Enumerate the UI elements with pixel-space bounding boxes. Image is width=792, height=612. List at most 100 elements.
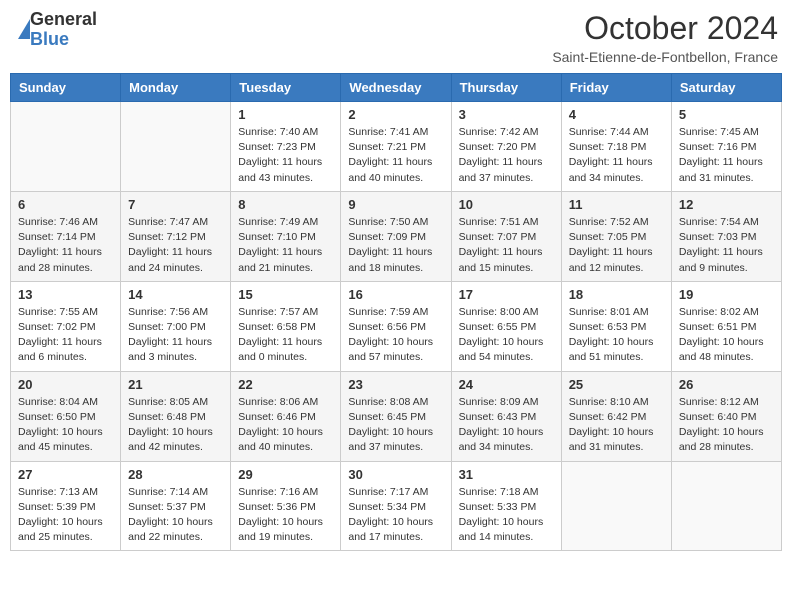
calendar-day-cell (561, 461, 671, 551)
logo-triangle-icon (18, 19, 30, 39)
day-info: Sunrise: 7:13 AMSunset: 5:39 PMDaylight:… (18, 485, 113, 546)
day-info: Sunrise: 7:47 AMSunset: 7:12 PMDaylight:… (128, 215, 223, 276)
calendar-day-cell: 28 Sunrise: 7:14 AMSunset: 5:37 PMDayligh… (121, 461, 231, 551)
day-info: Sunrise: 8:12 AMSunset: 6:40 PMDaylight:… (679, 395, 774, 456)
calendar-day-cell: 14Sunrise: 7:56 AMSunset: 7:00 PMDayligh… (121, 281, 231, 371)
day-number: 11 (569, 197, 664, 212)
day-number: 23 (348, 377, 443, 392)
calendar-day-cell: 11 Sunrise: 7:52 AMSunset: 7:05 PMDayligh… (561, 191, 671, 281)
calendar-day-cell (121, 102, 231, 192)
calendar-day-cell: 23 Sunrise: 8:08 AMSunset: 6:45 PMDayligh… (341, 371, 451, 461)
calendar-header-row: SundayMondayTuesdayWednesdayThursdayFrid… (11, 74, 782, 102)
day-info: Sunrise: 7:42 AMSunset: 7:20 PMDaylight:… (459, 125, 554, 186)
day-info: Sunrise: 8:06 AMSunset: 6:46 PMDaylight:… (238, 395, 333, 456)
day-number: 5 (679, 107, 774, 122)
day-number: 2 (348, 107, 443, 122)
day-number: 6 (18, 197, 113, 212)
calendar-day-cell: 10Sunrise: 7:51 AMSunset: 7:07 PMDayligh… (451, 191, 561, 281)
day-info: Sunrise: 7:40 AMSunset: 7:23 PMDaylight:… (238, 125, 333, 186)
day-number: 4 (569, 107, 664, 122)
logo-general: General (30, 10, 97, 30)
day-number: 17 (459, 287, 554, 302)
calendar-day-cell: 18 Sunrise: 8:01 AMSunset: 6:53 PMDayligh… (561, 281, 671, 371)
day-number: 7 (128, 197, 223, 212)
day-info: Sunrise: 7:41 AMSunset: 7:21 PMDaylight:… (348, 125, 443, 186)
day-info: Sunrise: 7:59 AMSunset: 6:56 PMDaylight:… (348, 305, 443, 366)
calendar-day-cell: 5Sunrise: 7:45 AMSunset: 7:16 PMDaylight… (671, 102, 781, 192)
calendar-day-cell: 31Sunrise: 7:18 AMSunset: 5:33 PMDayligh… (451, 461, 561, 551)
calendar-week-row: 1 Sunrise: 7:40 AMSunset: 7:23 PMDaylight… (11, 102, 782, 192)
calendar-day-cell: 1 Sunrise: 7:40 AMSunset: 7:23 PMDaylight… (231, 102, 341, 192)
calendar-day-cell: 20 Sunrise: 8:04 AMSunset: 6:50 PMDayligh… (11, 371, 121, 461)
calendar-day-header: Monday (121, 74, 231, 102)
calendar-day-cell: 30 Sunrise: 7:17 AMSunset: 5:34 PMDayligh… (341, 461, 451, 551)
calendar-day-cell: 21Sunrise: 8:05 AMSunset: 6:48 PMDayligh… (121, 371, 231, 461)
day-info: Sunrise: 7:50 AMSunset: 7:09 PMDaylight:… (348, 215, 443, 276)
day-number: 12 (679, 197, 774, 212)
month-title: October 2024 (552, 10, 778, 47)
day-info: Sunrise: 8:02 AMSunset: 6:51 PMDaylight:… (679, 305, 774, 366)
day-info: Sunrise: 7:49 AMSunset: 7:10 PMDaylight:… (238, 215, 333, 276)
day-number: 10 (459, 197, 554, 212)
calendar-week-row: 6 Sunrise: 7:46 AMSunset: 7:14 PMDaylight… (11, 191, 782, 281)
calendar-day-header: Wednesday (341, 74, 451, 102)
day-number: 20 (18, 377, 113, 392)
day-number: 30 (348, 467, 443, 482)
calendar-day-header: Saturday (671, 74, 781, 102)
title-section: October 2024 Saint-Etienne-de-Fontbellon… (552, 10, 778, 65)
day-number: 29 (238, 467, 333, 482)
calendar-day-cell: 7 Sunrise: 7:47 AMSunset: 7:12 PMDaylight… (121, 191, 231, 281)
day-number: 18 (569, 287, 664, 302)
day-info: Sunrise: 7:54 AMSunset: 7:03 PMDaylight:… (679, 215, 774, 276)
day-number: 24 (459, 377, 554, 392)
day-info: Sunrise: 7:46 AMSunset: 7:14 PMDaylight:… (18, 215, 113, 276)
day-info: Sunrise: 8:05 AMSunset: 6:48 PMDaylight:… (128, 395, 223, 456)
calendar-day-cell: 2 Sunrise: 7:41 AMSunset: 7:21 PMDaylight… (341, 102, 451, 192)
day-number: 27 (18, 467, 113, 482)
day-info: Sunrise: 7:14 AMSunset: 5:37 PMDaylight:… (128, 485, 223, 546)
calendar-day-cell: 15Sunrise: 7:57 AMSunset: 6:58 PMDayligh… (231, 281, 341, 371)
day-number: 31 (459, 467, 554, 482)
calendar-day-cell: 6 Sunrise: 7:46 AMSunset: 7:14 PMDaylight… (11, 191, 121, 281)
day-info: Sunrise: 7:52 AMSunset: 7:05 PMDaylight:… (569, 215, 664, 276)
day-info: Sunrise: 7:56 AMSunset: 7:00 PMDaylight:… (128, 305, 223, 366)
calendar-week-row: 13Sunrise: 7:55 AMSunset: 7:02 PMDayligh… (11, 281, 782, 371)
day-info: Sunrise: 7:17 AMSunset: 5:34 PMDaylight:… (348, 485, 443, 546)
day-info: Sunrise: 8:09 AMSunset: 6:43 PMDaylight:… (459, 395, 554, 456)
day-info: Sunrise: 7:16 AMSunset: 5:36 PMDaylight:… (238, 485, 333, 546)
day-number: 26 (679, 377, 774, 392)
day-number: 1 (238, 107, 333, 122)
day-info: Sunrise: 8:08 AMSunset: 6:45 PMDaylight:… (348, 395, 443, 456)
day-info: Sunrise: 8:04 AMSunset: 6:50 PMDaylight:… (18, 395, 113, 456)
calendar-day-cell: 16Sunrise: 7:59 AMSunset: 6:56 PMDayligh… (341, 281, 451, 371)
day-number: 22 (238, 377, 333, 392)
calendar-week-row: 20 Sunrise: 8:04 AMSunset: 6:50 PMDayligh… (11, 371, 782, 461)
calendar-table: SundayMondayTuesdayWednesdayThursdayFrid… (10, 73, 782, 551)
day-number: 25 (569, 377, 664, 392)
calendar-day-cell: 19 Sunrise: 8:02 AMSunset: 6:51 PMDayligh… (671, 281, 781, 371)
calendar-day-cell (11, 102, 121, 192)
calendar-day-cell: 26 Sunrise: 8:12 AMSunset: 6:40 PMDayligh… (671, 371, 781, 461)
calendar-day-cell: 12 Sunrise: 7:54 AMSunset: 7:03 PMDayligh… (671, 191, 781, 281)
calendar-day-header: Thursday (451, 74, 561, 102)
logo-text: General Blue (30, 10, 97, 50)
day-number: 28 (128, 467, 223, 482)
calendar-day-cell: 3 Sunrise: 7:42 AMSunset: 7:20 PMDaylight… (451, 102, 561, 192)
calendar-week-row: 27 Sunrise: 7:13 AMSunset: 5:39 PMDayligh… (11, 461, 782, 551)
calendar-day-header: Tuesday (231, 74, 341, 102)
calendar-day-cell: 24 Sunrise: 8:09 AMSunset: 6:43 PMDayligh… (451, 371, 561, 461)
day-number: 13 (18, 287, 113, 302)
calendar-day-cell (671, 461, 781, 551)
day-number: 15 (238, 287, 333, 302)
calendar-day-cell: 4 Sunrise: 7:44 AMSunset: 7:18 PMDaylight… (561, 102, 671, 192)
day-number: 19 (679, 287, 774, 302)
day-number: 3 (459, 107, 554, 122)
day-info: Sunrise: 8:01 AMSunset: 6:53 PMDaylight:… (569, 305, 664, 366)
logo: General Blue (14, 10, 97, 50)
day-info: Sunrise: 7:44 AMSunset: 7:18 PMDaylight:… (569, 125, 664, 186)
calendar-day-cell: 17Sunrise: 8:00 AMSunset: 6:55 PMDayligh… (451, 281, 561, 371)
logo-blue: Blue (30, 30, 97, 50)
calendar-day-header: Sunday (11, 74, 121, 102)
calendar-day-cell: 9Sunrise: 7:50 AMSunset: 7:09 PMDaylight… (341, 191, 451, 281)
day-info: Sunrise: 8:10 AMSunset: 6:42 PMDaylight:… (569, 395, 664, 456)
